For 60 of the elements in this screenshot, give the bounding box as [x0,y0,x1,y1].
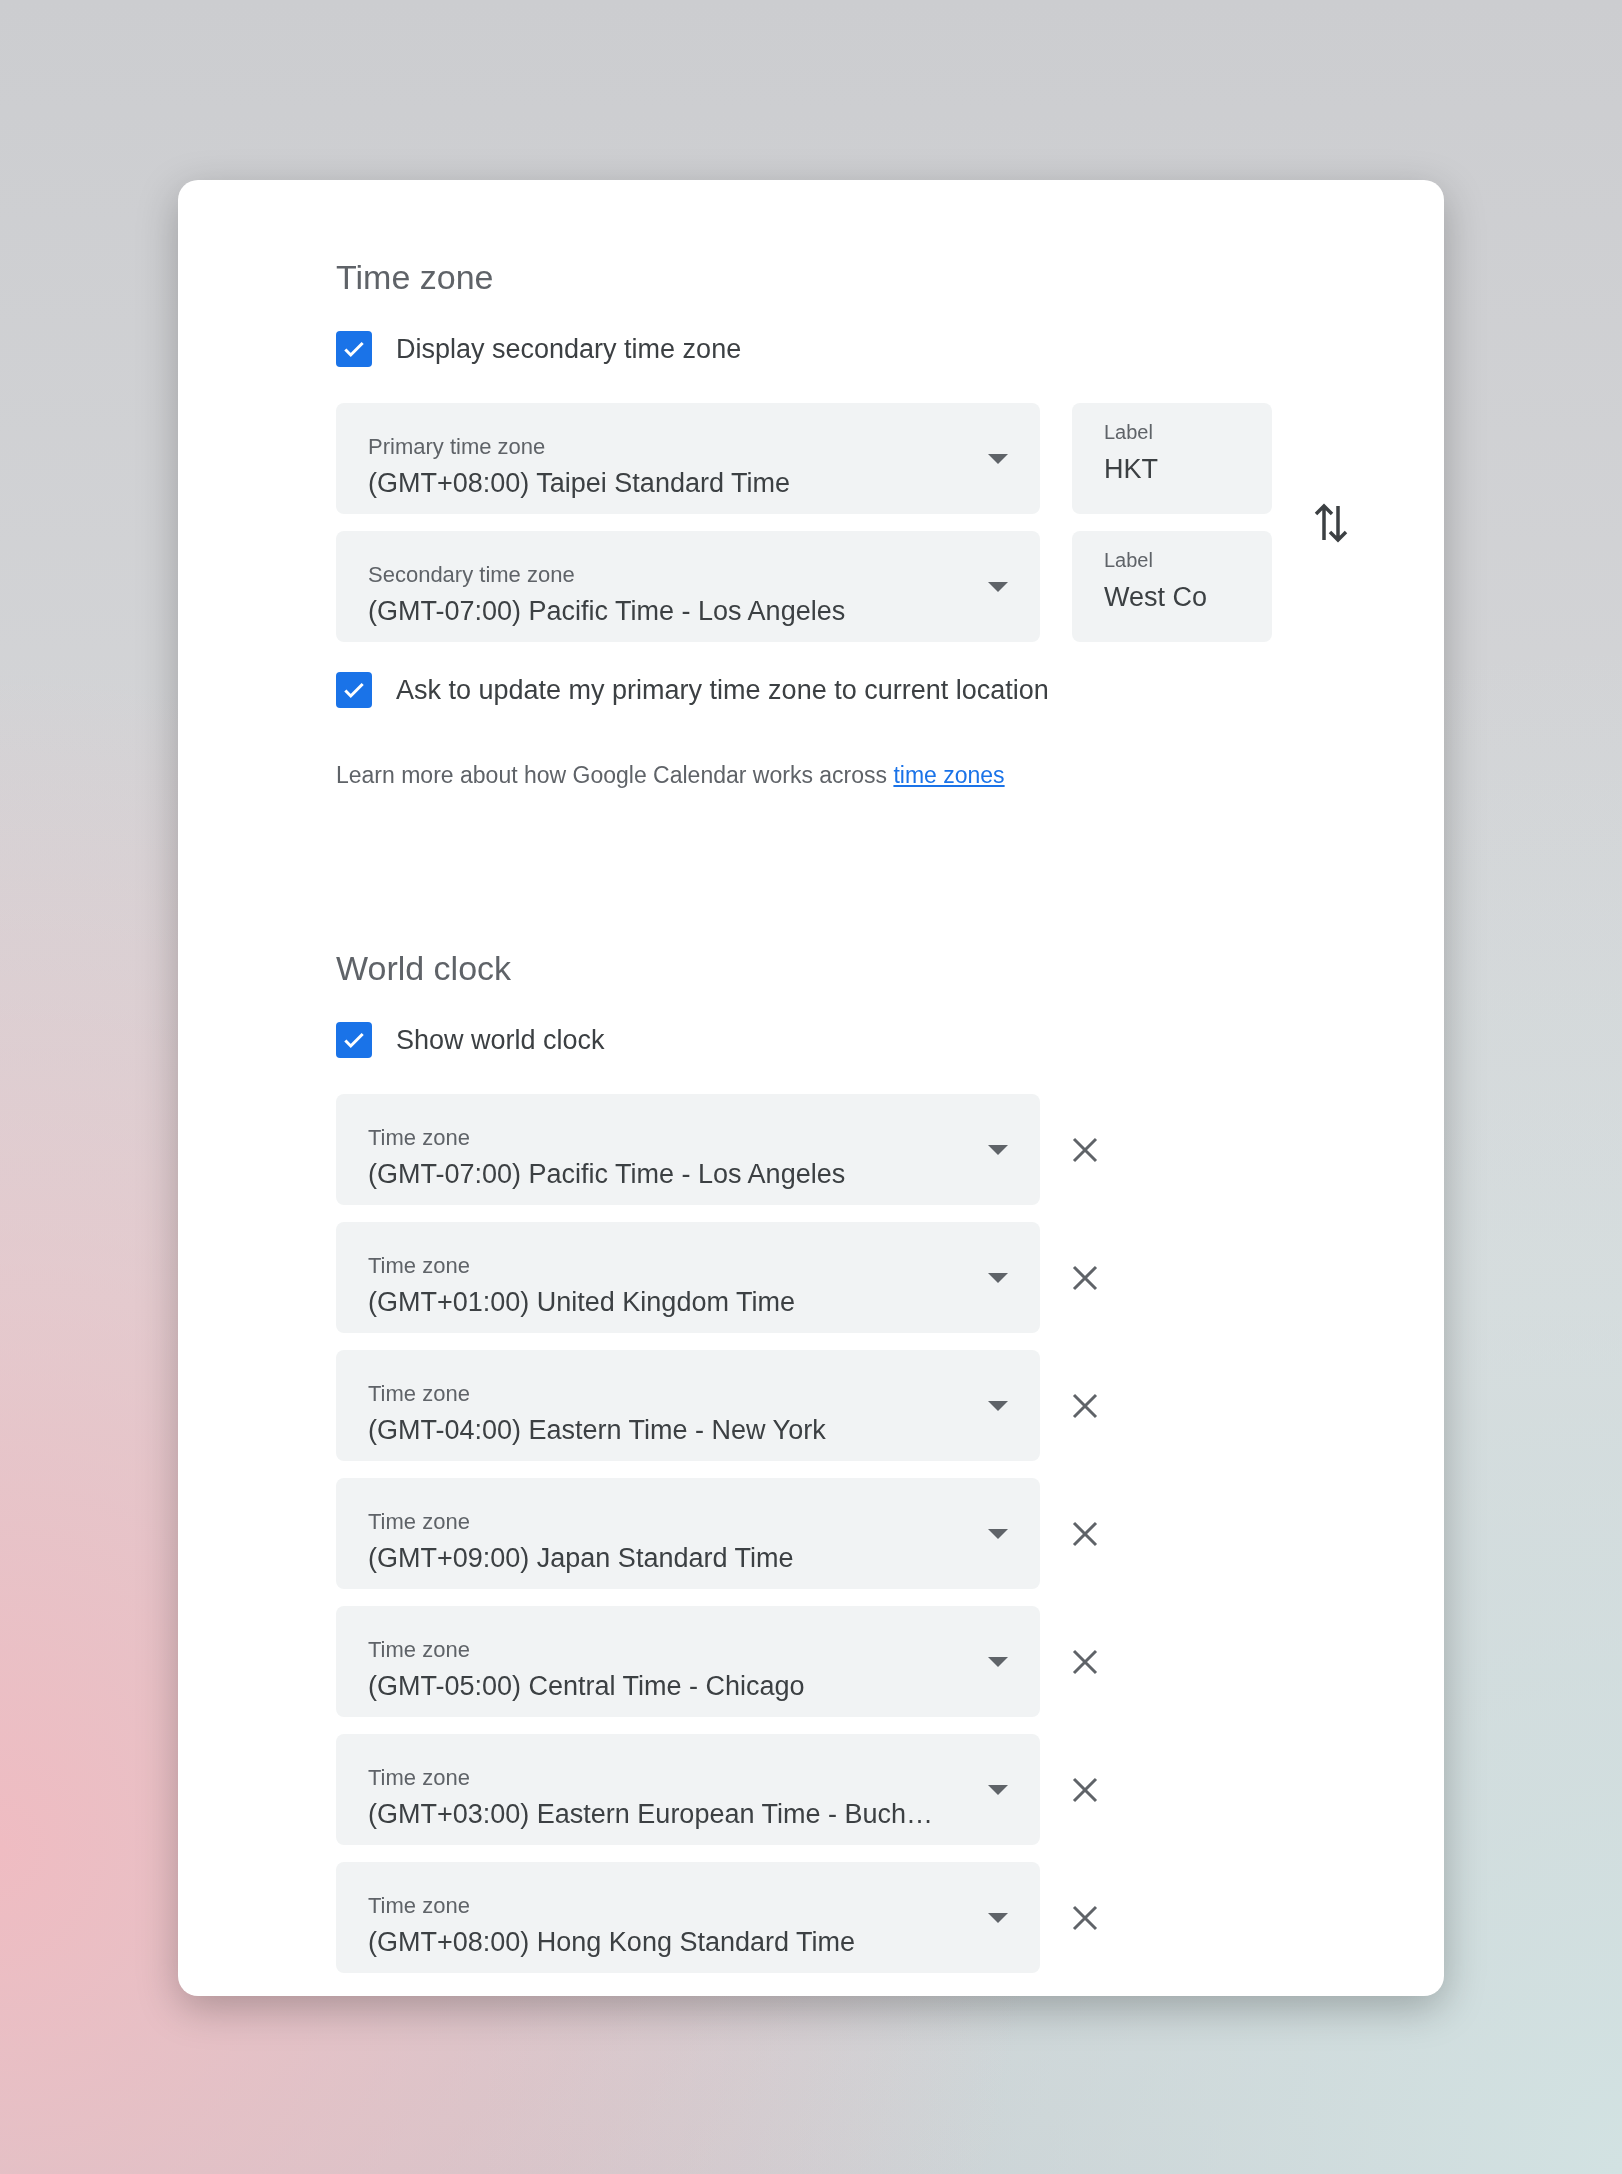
select-value: (GMT-04:00) Eastern Time - New York [368,1415,827,1446]
time-zone-select[interactable]: Time zone (GMT+01:00) United Kingdom Time [336,1222,1040,1333]
checkbox-label: Display secondary time zone [396,333,742,365]
swap-icon[interactable] [1314,501,1348,544]
dropdown-caret-icon [988,1656,1008,1667]
dropdown-caret-icon [988,581,1008,592]
checkbox-label: Show world clock [396,1024,605,1056]
dropdown-caret-icon [988,1400,1008,1411]
select-caption: Time zone [368,1637,471,1663]
close-icon[interactable] [1072,1776,1098,1803]
select-value: (GMT+09:00) Japan Standard Time [368,1543,795,1574]
time-zone-select[interactable]: Time zone (GMT-07:00) Pacific Time - Los Angeles [336,1094,1040,1205]
close-icon[interactable] [1072,1904,1098,1931]
dropdown-caret-icon [988,1272,1008,1283]
select-value: (GMT-05:00) Central Time - Chicago [368,1671,806,1702]
select-value: (GMT+03:00) Eastern European Time - Buch… [368,1799,934,1830]
time-zone-select[interactable]: Time zone (GMT+09:00) Japan Standard Time [336,1478,1040,1589]
time-zone-select[interactable]: Primary time zone (GMT+08:00) Taipei Standard Time [336,403,1040,514]
help-text: Learn more about how Google Calendar works across time zones [336,762,1006,789]
time-zone-select[interactable]: Time zone (GMT-05:00) Central Time - Chicago [336,1606,1040,1717]
section-title: Time zone [336,258,495,297]
select-caption: Time zone [368,1509,471,1535]
select-caption: Time zone [368,1253,471,1279]
select-value: (GMT-07:00) Pacific Time - Los Angeles [368,1159,847,1190]
select-caption: Primary time zone [368,434,547,460]
checkbox[interactable] [336,672,372,708]
dropdown-caret-icon [988,1144,1008,1155]
checkbox[interactable] [336,331,372,367]
checkbox[interactable] [336,1022,372,1058]
dropdown-caret-icon [988,1912,1008,1923]
section-title: World clock [336,949,513,988]
time-zone-select[interactable]: Time zone (GMT+03:00) Eastern European Time - Buch… [336,1734,1040,1845]
close-icon[interactable] [1072,1136,1098,1163]
field-value: West Co [1104,582,1209,613]
select-caption: Time zone [368,1381,471,1407]
time-zones-link[interactable]: time zones [893,762,1005,788]
close-icon[interactable] [1072,1392,1098,1419]
dropdown-caret-icon [988,1528,1008,1539]
field-caption: Label [1104,549,1154,572]
select-caption: Time zone [368,1125,471,1151]
dropdown-caret-icon [988,1784,1008,1795]
field-value: HKT [1104,454,1159,485]
close-icon[interactable] [1072,1520,1098,1547]
select-caption: Time zone [368,1893,471,1919]
dropdown-caret-icon [988,453,1008,464]
select-value: (GMT+08:00) Taipei Standard Time [368,468,791,499]
select-value: (GMT+08:00) Hong Kong Standard Time [368,1927,856,1958]
select-caption: Secondary time zone [368,562,576,588]
close-icon[interactable] [1072,1264,1098,1291]
checkbox-label: Ask to update my primary time zone to current location [396,674,1049,706]
close-icon[interactable] [1072,1648,1098,1675]
label-field[interactable]: Label HKT [1072,403,1272,514]
time-zone-select[interactable]: Time zone (GMT-04:00) Eastern Time - New York [336,1350,1040,1461]
select-caption: Time zone [368,1765,471,1791]
select-value: (GMT+01:00) United Kingdom Time [368,1287,796,1318]
time-zone-select[interactable]: Time zone (GMT+08:00) Hong Kong Standard Time [336,1862,1040,1973]
field-caption: Label [1104,421,1154,444]
label-field[interactable]: Label West Co [1072,531,1272,642]
time-zone-select[interactable]: Secondary time zone (GMT-07:00) Pacific Time - Los Angeles [336,531,1040,642]
select-value: (GMT-07:00) Pacific Time - Los Angeles [368,596,847,627]
